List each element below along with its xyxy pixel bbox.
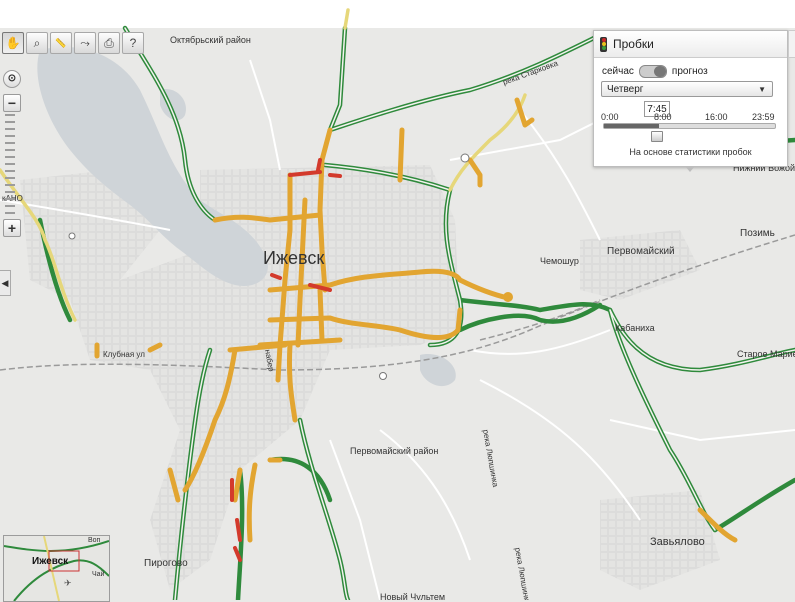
label-zavyalovo: Завьялово (650, 536, 705, 548)
ruler-icon: 📏 (55, 37, 67, 48)
traffic-panel-header[interactable]: Пробки (594, 31, 787, 58)
print-icon: ⎙ (104, 35, 114, 50)
minimap-label-left: Чай (92, 570, 105, 578)
time-slider-track[interactable] (603, 123, 776, 129)
panel-edge-button[interactable] (788, 30, 795, 58)
tick-8: 8:00 (654, 112, 672, 122)
mode-toggle[interactable] (638, 65, 667, 78)
route-button[interactable]: ⤳ (74, 32, 96, 54)
tick-2359: 23:59 (752, 112, 775, 122)
minimap-label-right: Воп (88, 537, 101, 544)
statistics-note: На основе статистики пробок (629, 147, 752, 157)
day-select[interactable]: Четверг ▼ (601, 81, 773, 97)
label-district-north: Октябрьский район (170, 35, 251, 45)
zoom-out-button[interactable]: − (3, 94, 21, 112)
label-club-street: Клубная ул (103, 350, 145, 359)
panel-pointer (685, 166, 695, 172)
zoom-scale[interactable] (5, 114, 17, 214)
pan-center-button[interactable]: ⊙ (3, 70, 21, 88)
label-novy-chultem: Новый Чультем (380, 592, 445, 600)
zoom-control: ⊙ − + (3, 70, 21, 237)
label-city: Ижевск (263, 248, 324, 268)
mode-now-label: сейчас (602, 66, 634, 77)
zoom-area-icon: ⌕ (33, 35, 41, 50)
traffic-mode-row: сейчас прогноз (602, 65, 708, 78)
label-pirogovo: Пирогово (144, 558, 188, 569)
label-pozim: Позимь (740, 228, 775, 239)
label-chemoshur: Чемошур (540, 256, 579, 266)
time-slider-handle[interactable] (651, 131, 663, 142)
label-staroe-marie: Старое Марие (737, 349, 795, 359)
label-district-south: Первомайский район (350, 446, 438, 456)
pan-left-button[interactable]: ◀ (0, 270, 11, 296)
hand-icon: ✋ (5, 36, 21, 50)
mode-forecast-label: прогноз (671, 66, 708, 77)
time-slider-fill (604, 124, 660, 128)
tick-16: 16:00 (705, 112, 728, 122)
zoom-area-button[interactable]: ⌕ (26, 32, 48, 54)
route-icon: ⤳ (80, 35, 90, 50)
dropdown-arrow-icon: ▼ (758, 85, 766, 94)
map-toolbar: ✋ ⌕ 📏 ⤳ ⎙ ? (0, 30, 144, 56)
print-button[interactable]: ⎙ (98, 32, 120, 54)
tick-0: 0:00 (601, 112, 619, 122)
ruler-button[interactable]: 📏 (50, 32, 72, 54)
top-strip (0, 0, 795, 28)
airplane-icon: ✈ (64, 578, 72, 588)
help-cursor-icon: ? (129, 36, 137, 50)
traffic-panel: Пробки сейчас прогноз Четверг ▼ 7:45 0:0… (593, 30, 788, 172)
traffic-title: Пробки (613, 37, 654, 51)
label-kabanikha: Кабаниха (615, 323, 655, 333)
label-pervomaysky: Первомайский (607, 246, 675, 257)
minimap[interactable]: Воп Чай ✈ Ижевск (3, 535, 110, 602)
minimap-city-label: Ижевск (32, 556, 69, 567)
hand-tool-button[interactable]: ✋ (2, 32, 24, 54)
arrow-left-icon: ◀ (1, 277, 9, 288)
minimap-canvas: Воп Чай ✈ (4, 536, 109, 601)
help-cursor-button[interactable]: ? (122, 32, 144, 54)
zoom-in-button[interactable]: + (3, 219, 21, 237)
traffic-light-icon (600, 36, 607, 52)
day-select-value: Четверг (607, 83, 644, 95)
